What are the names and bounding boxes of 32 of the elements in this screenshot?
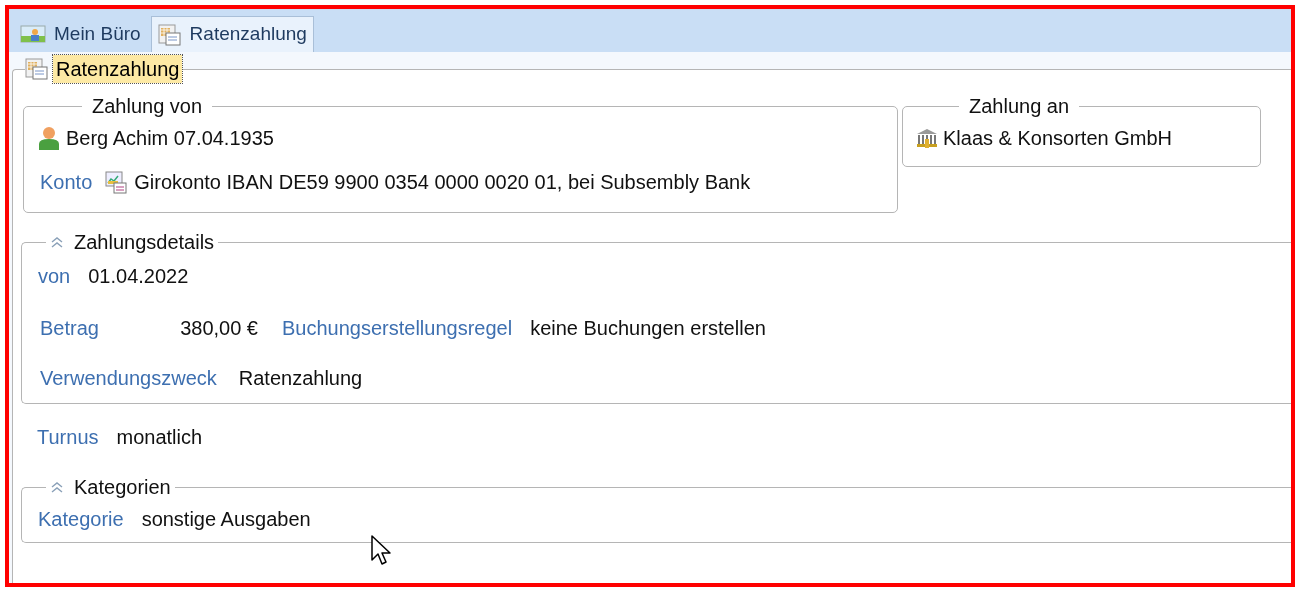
form-icon	[25, 58, 49, 80]
collapse-chevron-icon[interactable]	[50, 236, 64, 248]
field-value: monatlich	[116, 425, 203, 450]
field-label: Konto	[40, 170, 93, 195]
field-value: Girokonto IBAN DE59 9900 0354 0000 0020 01, bei Subsembly Bank	[134, 170, 751, 195]
field-label: Verwendungszweck	[40, 366, 217, 391]
field-label: von	[38, 264, 71, 289]
bank-building-icon	[915, 127, 939, 149]
field-value: Ratenzahlung	[238, 366, 363, 391]
field-label: Buchungserstellungsregel	[282, 316, 513, 341]
field-value: 380,00 €	[179, 316, 258, 341]
group-title: Zahlungsdetails	[74, 230, 215, 255]
field-value: Berg Achim 07.04.1935	[66, 126, 274, 151]
field-label: Betrag	[40, 316, 100, 341]
tab[interactable]: Mein Büro	[14, 16, 147, 52]
collapse-chevron-icon[interactable]	[50, 481, 64, 493]
field-value: Klaas & Konsorten GmbH	[943, 126, 1172, 151]
field-value: 01.04.2022	[88, 264, 189, 289]
field-label: Kategorie	[38, 507, 124, 532]
mouse-cursor-icon	[370, 534, 392, 566]
group-title: Kategorien	[74, 475, 171, 500]
tab[interactable]: Ratenzahlung	[150, 16, 314, 52]
desk-picture-icon	[20, 25, 46, 43]
field-label: Turnus	[37, 425, 99, 450]
form-icon	[157, 23, 182, 46]
account-icon	[104, 170, 129, 194]
person-icon	[38, 126, 60, 150]
field-value: keine Buchungen erstellen	[530, 316, 766, 341]
group-title: Zahlung an	[968, 94, 1071, 119]
field-value: sonstige Ausgaben	[141, 507, 311, 532]
panel-title[interactable]: Ratenzahlung	[53, 55, 183, 83]
group-title: Zahlung von	[91, 94, 204, 119]
